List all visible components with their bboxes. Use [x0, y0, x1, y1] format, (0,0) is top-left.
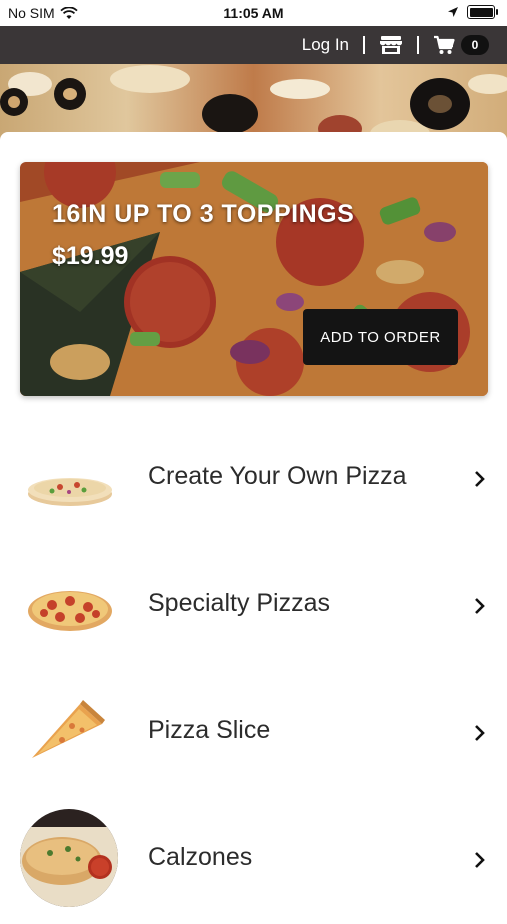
menu-item-label: Calzones [148, 843, 253, 871]
pizza-slice-image [32, 700, 105, 758]
chevron-right-icon [475, 725, 485, 741]
chevron-right-icon [475, 598, 485, 614]
cart-button[interactable]: 0 [433, 35, 489, 55]
location-arrow-icon [448, 7, 458, 17]
menu-item-calzones[interactable]: Calzones [0, 797, 507, 924]
whole-pizza-image [28, 478, 112, 506]
chevron-right-icon [475, 852, 485, 868]
status-time: 11:05 AM [223, 5, 284, 21]
cart-count-badge: 0 [461, 35, 489, 55]
menu-item-label: Pizza Slice [148, 716, 271, 744]
chevron-right-icon [475, 471, 485, 487]
promo-price: $19.99 [52, 242, 129, 270]
menu-item-label: Specialty Pizzas [148, 589, 331, 617]
promo-banner[interactable]: 16IN UP TO 3 TOPPINGS $19.99 ADD TO ORDE… [20, 162, 488, 396]
status-right [447, 5, 498, 19]
add-to-order-button[interactable]: ADD TO ORDER [303, 309, 458, 365]
promo-title: 16IN UP TO 3 TOPPINGS [52, 200, 355, 228]
store-icon[interactable] [379, 35, 403, 55]
menu-item-create-your-own-pizza[interactable]: Create Your Own Pizza [0, 416, 507, 543]
pepperoni-pizza-image [28, 591, 112, 631]
login-link[interactable]: Log In [302, 35, 349, 55]
nav-actions: Log In 0 [302, 26, 489, 64]
menu-item-pizza-slice[interactable]: Pizza Slice [0, 670, 507, 797]
calzone-image [20, 809, 118, 907]
nav-divider [363, 36, 365, 54]
top-nav-bar: Log In 0 [0, 26, 507, 64]
nav-divider [417, 36, 419, 54]
battery-icon [467, 5, 498, 19]
menu-item-specialty-pizzas[interactable]: Specialty Pizzas [0, 543, 507, 670]
shopping-cart-icon [434, 35, 455, 54]
menu-item-label: Create Your Own Pizza [148, 462, 407, 490]
status-bar: No SIM 11:05 AM [0, 0, 507, 26]
